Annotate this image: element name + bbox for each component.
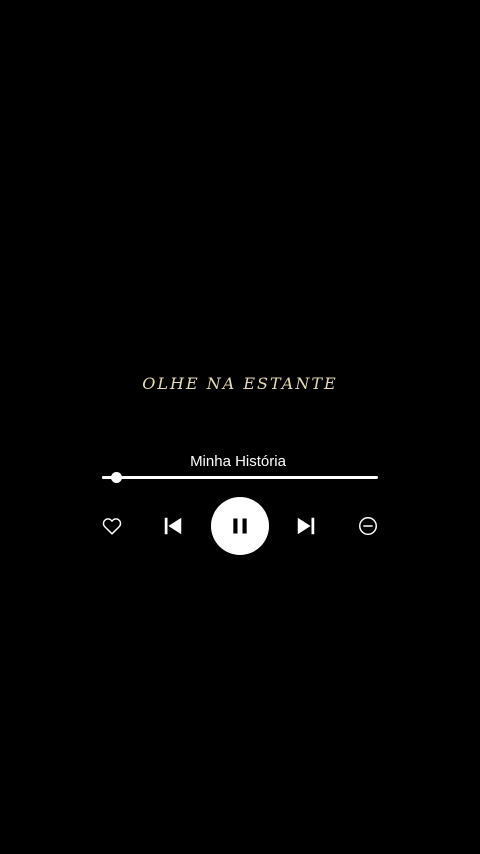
progress-knob[interactable] [110,472,122,483]
like-button[interactable] [100,514,124,538]
heart-icon [102,518,122,535]
player-screen: OLHE NA ESTANTE Minha História [0,0,480,854]
remove-button[interactable] [356,514,380,538]
previous-button[interactable] [161,514,185,538]
track-title: Minha História [190,453,286,470]
next-button[interactable] [294,514,318,538]
pause-button[interactable] [211,497,269,555]
pause-icon [233,518,247,534]
progress-bar[interactable] [102,472,378,483]
skip-next-icon [297,517,315,535]
minus-circle-icon [359,517,377,535]
lyric-line: OLHE NA ESTANTE [142,374,338,393]
skip-previous-icon [164,517,182,535]
